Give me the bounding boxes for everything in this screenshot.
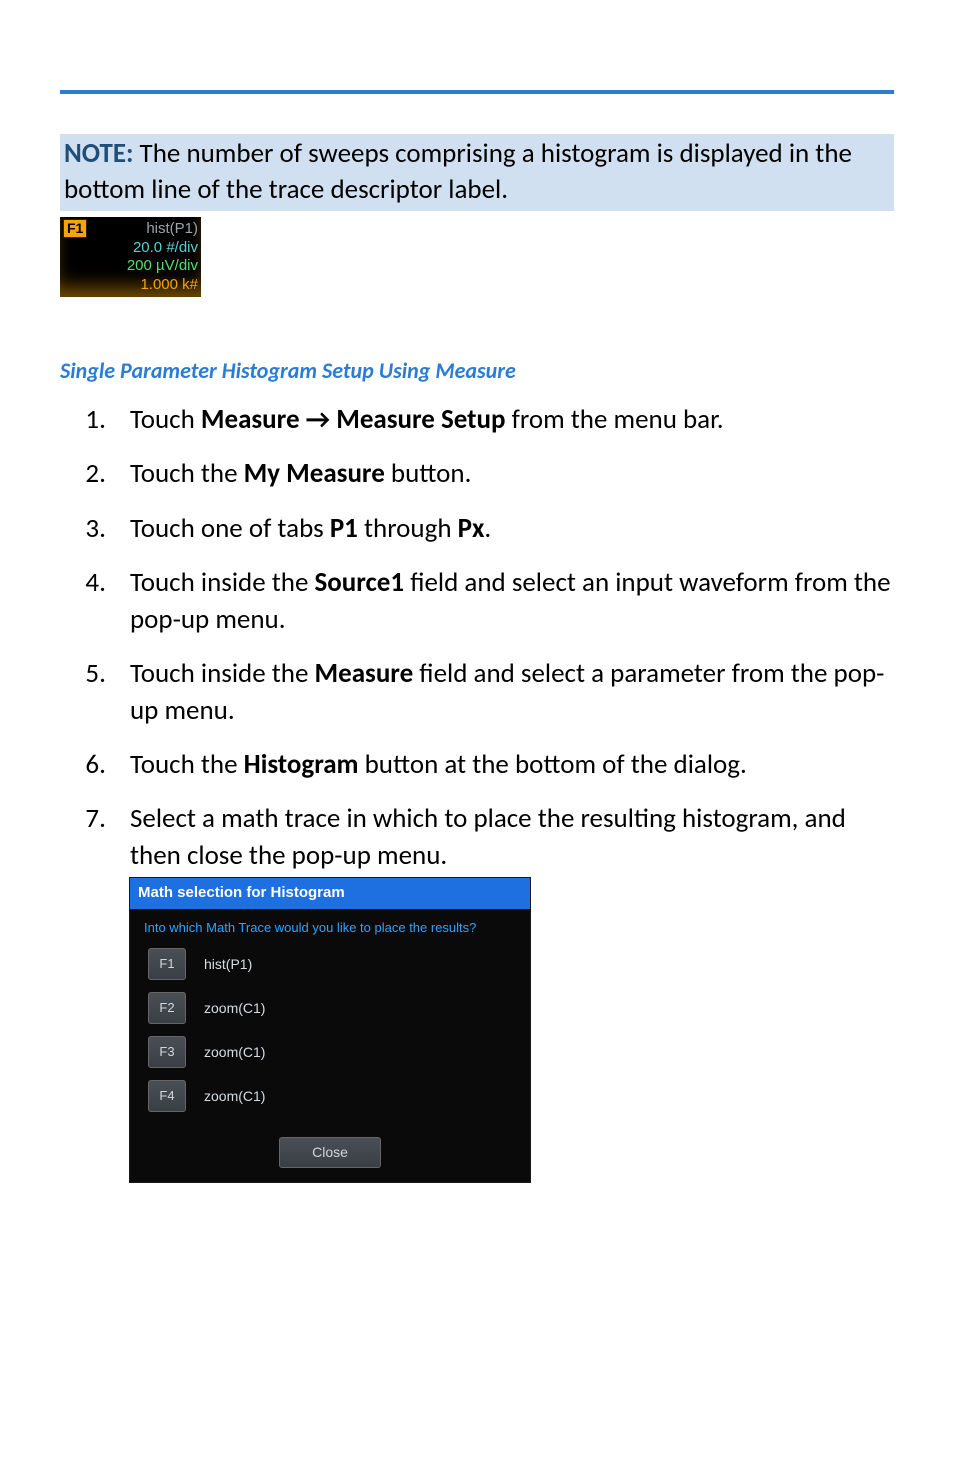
step-4-bold: Source1 — [315, 566, 405, 599]
popup-close-row: Close — [130, 1118, 530, 1182]
popup-label-f1: hist(P1) — [204, 955, 252, 974]
step-3-text-a: Touch one of tabs — [130, 512, 330, 545]
trace-badge-f1: F1 — [63, 219, 87, 239]
note-text: The number of sweeps comprising a histog… — [64, 137, 852, 206]
step-1-text-d: from the menu bar. — [506, 403, 724, 436]
trace-line-3: 200 µV/div — [63, 257, 198, 276]
section-title: Single Parameter Histogram Setup Using M… — [60, 357, 894, 384]
step-6: Touch the Histogram button at the bottom… — [112, 747, 894, 783]
trace-line-2: 20.0 #/div — [63, 239, 198, 258]
popup-label-f4: zoom(C1) — [204, 1087, 265, 1106]
trace-line-4: 1.000 k# — [63, 276, 198, 295]
step-3-text-e: . — [484, 512, 491, 545]
step-7-text: Select a math trace in which to place th… — [130, 802, 846, 871]
note-label: NOTE: — [64, 137, 133, 170]
note-block: NOTE: The number of sweeps comprising a … — [60, 134, 894, 211]
step-6-text-a: Touch the — [130, 748, 244, 781]
step-1-bold-2: Measure Setup — [330, 403, 505, 436]
step-3-text-c: through — [358, 512, 458, 545]
arrow-icon: → — [306, 403, 330, 436]
step-4-text-a: Touch inside the — [130, 566, 315, 599]
popup-button-f1[interactable]: F1 — [148, 948, 186, 980]
popup-row-f1: F1 hist(P1) — [130, 942, 530, 986]
popup-row-f4: F4 zoom(C1) — [130, 1074, 530, 1118]
math-selection-popup: Math selection for Histogram Into which … — [130, 878, 530, 1182]
step-2: Touch the My Measure button. — [112, 456, 894, 492]
popup-label-f3: zoom(C1) — [204, 1043, 265, 1062]
popup-row-f3: F3 zoom(C1) — [130, 1030, 530, 1074]
step-3: Touch one of tabs P1 through Px. — [112, 511, 894, 547]
steps-list: Touch Measure → Measure Setup from the m… — [60, 402, 894, 1182]
step-1-bold-1: Measure — [201, 403, 306, 436]
popup-label-f2: zoom(C1) — [204, 999, 265, 1018]
popup-subtitle: Into which Math Trace would you like to … — [130, 909, 530, 943]
step-6-bold: Histogram — [244, 748, 359, 781]
step-3-bold-1: P1 — [330, 512, 358, 545]
step-2-text-a: Touch the — [130, 457, 244, 490]
page-content: NOTE: The number of sweeps comprising a … — [0, 94, 954, 1240]
popup-close-button[interactable]: Close — [279, 1137, 381, 1168]
step-3-bold-2: Px — [458, 512, 485, 545]
popup-title: Math selection for Histogram — [130, 878, 530, 908]
popup-button-f3[interactable]: F3 — [148, 1036, 186, 1068]
step-5-text-a: Touch inside the — [130, 657, 315, 690]
step-2-bold: My Measure — [244, 457, 385, 490]
step-2-text-c: button. — [385, 457, 472, 490]
step-1-text-a: Touch — [130, 403, 201, 436]
step-4: Touch inside the Source1 field and selec… — [112, 565, 894, 638]
step-5: Touch inside the Measure field and selec… — [112, 656, 894, 729]
popup-button-f4[interactable]: F4 — [148, 1080, 186, 1112]
step-6-text-c: button at the bottom of the dialog. — [359, 748, 747, 781]
step-7: Select a math trace in which to place th… — [112, 801, 894, 1182]
popup-button-f2[interactable]: F2 — [148, 992, 186, 1024]
step-1: Touch Measure → Measure Setup from the m… — [112, 402, 894, 438]
popup-row-f2: F2 zoom(C1) — [130, 986, 530, 1030]
step-5-bold: Measure — [315, 657, 414, 690]
trace-descriptor-label: F1 hist(P1) 20.0 #/div 200 µV/div 1.000 … — [60, 217, 201, 297]
